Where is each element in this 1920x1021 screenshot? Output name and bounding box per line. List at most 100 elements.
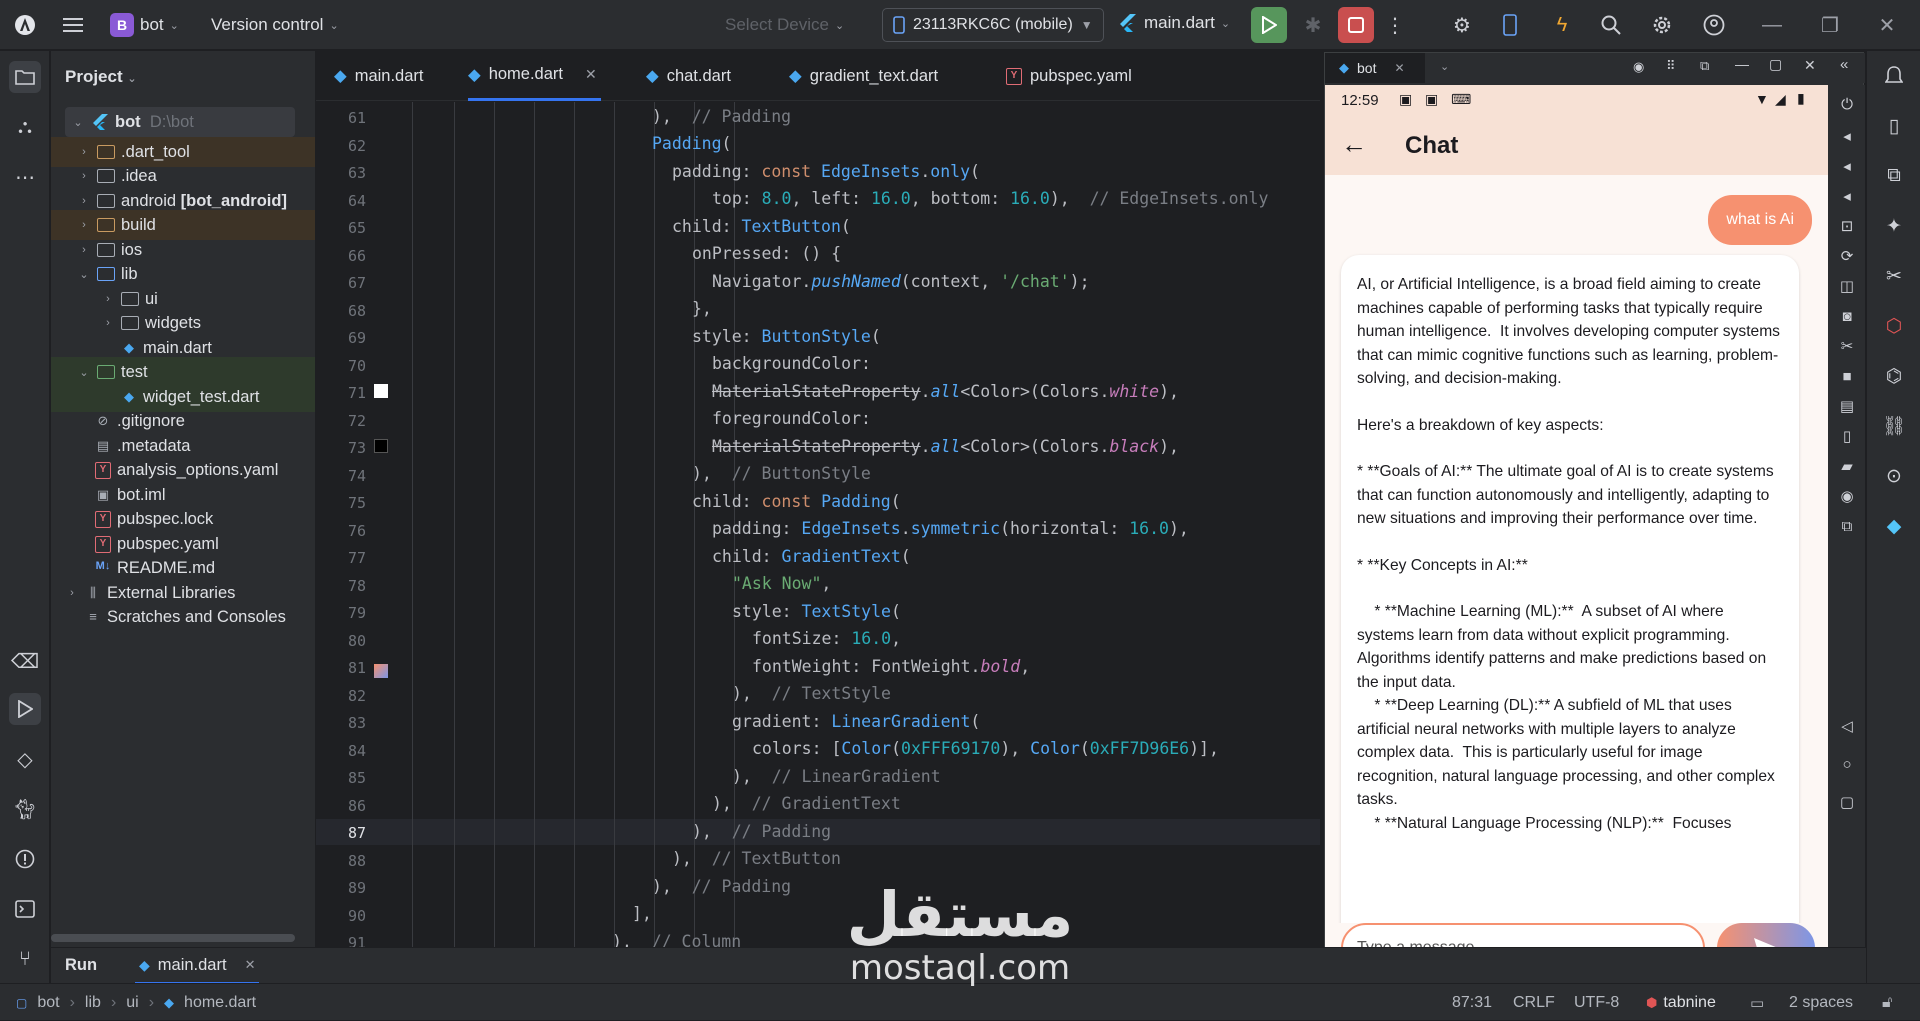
device-manager-icon[interactable]: ▯ [1879, 111, 1909, 141]
nav-back-icon[interactable]: ◁ [1836, 715, 1858, 737]
account-icon[interactable] [1697, 8, 1731, 42]
run-config-dropdown[interactable]: main.dart ⌄ [1118, 13, 1230, 33]
minimize-icon[interactable]: — [1755, 8, 1789, 42]
tree-root[interactable]: ⌄ bot D:\bot [65, 107, 295, 137]
link-icon[interactable]: ⛓ [1879, 411, 1909, 441]
grid-icon[interactable]: ⠿ [1666, 58, 1676, 74]
copy-icon[interactable]: ⧉ [1879, 161, 1909, 191]
search-icon[interactable] [1594, 8, 1628, 42]
account-icon[interactable]: ◉ [1633, 59, 1644, 75]
color-swatch-white[interactable] [374, 384, 388, 398]
screenshot-icon[interactable]: ⊡ [1836, 215, 1858, 237]
folder-icon[interactable]: ▰ [1836, 455, 1858, 477]
tab-pubspec-yaml[interactable]: Ypubspec.yaml [1006, 51, 1132, 101]
chevron-down-icon[interactable]: ⌄ [1440, 60, 1449, 73]
debug-icon[interactable]: ✱ [1296, 8, 1330, 42]
inspect-icon[interactable]: ⊙ [1879, 461, 1909, 491]
android-icon[interactable]: 🐈︎ [9, 793, 41, 825]
breadcrumb-item[interactable]: ui [126, 994, 138, 1012]
run-label[interactable]: Run [65, 956, 97, 975]
run-button[interactable] [1251, 7, 1287, 43]
caret-position[interactable]: 87:31 [1452, 984, 1492, 1021]
collapse-icon[interactable]: « [1840, 56, 1848, 73]
breadcrumb-item[interactable]: lib [85, 994, 101, 1012]
color-swatch-black[interactable] [374, 439, 388, 453]
fold-icon[interactable]: ◫ [1836, 275, 1858, 297]
close-tab-icon[interactable]: ✕ [585, 66, 597, 83]
project-switcher[interactable]: B bot ⌄ [110, 13, 179, 37]
version-control-menu[interactable]: Version control ⌄ [211, 15, 339, 35]
notifications-icon[interactable] [1879, 61, 1909, 91]
git-branch-icon[interactable]: ⑂ [9, 943, 41, 975]
problems-icon[interactable] [9, 843, 41, 875]
horizontal-scrollbar[interactable] [51, 934, 295, 942]
android-studio-icon[interactable]: ⌬ [1879, 361, 1909, 391]
nav-recents-icon[interactable]: ▢ [1836, 791, 1858, 813]
power-icon[interactable]: ⏻ [1836, 93, 1858, 115]
phone-device-icon[interactable]: ▯ [1836, 425, 1858, 447]
clipboard-icon[interactable]: ▤ [1836, 395, 1858, 417]
location-icon[interactable]: ◉ [1836, 485, 1858, 507]
minimize-icon[interactable]: — [1735, 56, 1749, 72]
device-mirroring-icon[interactable] [1493, 8, 1527, 42]
lock-icon[interactable]: 🔓︎ [1882, 984, 1892, 1021]
cut-icon[interactable]: ✂ [1836, 335, 1858, 357]
code-editor[interactable]: 61 62 63 64 65 66 67 68 69 70 71 72 73 74 75 76 77 78 79 80… [316, 102, 1320, 947]
settings-gear-icon[interactable] [1645, 8, 1679, 42]
code-line: }, [692, 299, 712, 318]
comment-icon[interactable]: ▭ [1750, 984, 1764, 1021]
run-config-tab[interactable]: ◆ main.dart ✕ [135, 948, 260, 984]
rotate-icon[interactable]: ⟳ [1836, 245, 1858, 267]
cube-icon[interactable]: ⬡ [1879, 311, 1909, 341]
device-dropdown[interactable]: 23113RKC6C (mobile) ▼ [882, 8, 1104, 42]
breadcrumb-item[interactable]: home.dart [184, 994, 256, 1012]
hot-reload-icon[interactable]: ϟ [1545, 8, 1579, 42]
line-separator[interactable]: CRLF [1513, 984, 1555, 1021]
breadcrumb-item[interactable]: bot [37, 994, 59, 1012]
volume-up-icon[interactable]: ◂ [1836, 125, 1858, 147]
window-icon[interactable]: ⧉ [1700, 58, 1709, 74]
tab-main-dart[interactable]: ◆ main.dart [334, 51, 423, 101]
code-line: "Ask Now", [732, 574, 832, 593]
stop-button[interactable] [1338, 7, 1374, 43]
volume-down-icon[interactable]: ◂ [1836, 155, 1858, 177]
more-vertical-icon[interactable]: ⋮ [1378, 8, 1412, 42]
indent-setting[interactable]: 2 spaces [1789, 984, 1853, 1021]
window-icon[interactable]: ⧉ [1836, 515, 1858, 537]
tools-icon[interactable]: ✂ [1879, 261, 1909, 291]
flutter-outline-icon[interactable]: ◆ [1879, 511, 1909, 541]
tab-home-dart[interactable]: ◆ home.dart ✕ [468, 51, 601, 101]
nav-home-icon[interactable]: ○ [1836, 753, 1858, 775]
record-icon[interactable]: ■ [1836, 365, 1858, 387]
maximize-icon[interactable]: ▢ [1769, 56, 1782, 73]
device-tab[interactable]: ◆ bot ✕ [1325, 53, 1425, 83]
tabnine-widget[interactable]: ⬢ tabnine [1646, 984, 1716, 1021]
main-menu-icon[interactable] [56, 8, 90, 42]
file-encoding[interactable]: UTF-8 [1574, 984, 1619, 1021]
project-panel-title[interactable]: Project ⌄ [65, 67, 137, 87]
close-icon[interactable]: ✕ [1804, 57, 1816, 74]
restore-icon[interactable]: ❐ [1813, 8, 1847, 42]
flutter-inspector-icon[interactable]: ⌫ [9, 645, 41, 677]
select-device-dropdown[interactable]: Select Device ⌄ [725, 15, 844, 35]
structure-icon[interactable]: ⛬ [9, 111, 41, 143]
attach-debugger-icon[interactable]: ⚙ [1445, 8, 1479, 42]
volume-mute-icon[interactable]: ◂ [1836, 185, 1858, 207]
more-horizontal-icon[interactable]: ⋯ [9, 161, 41, 193]
terminal-icon[interactable] [9, 893, 41, 925]
project-folder-icon[interactable] [9, 61, 41, 93]
gemini-icon[interactable]: ✦ [1879, 211, 1909, 241]
tree-item-scratches[interactable]: ≡ Scratches and Consoles [51, 602, 315, 632]
close-tab-icon[interactable]: ✕ [245, 957, 256, 973]
close-icon[interactable]: ✕ [1870, 8, 1904, 42]
tab-chat-dart[interactable]: ◆ chat.dart [646, 51, 731, 101]
tab-gradient-text-dart[interactable]: ◆ gradient_text.dart [789, 51, 938, 101]
color-swatch-gradient[interactable] [374, 664, 388, 678]
app-logo-icon[interactable] [8, 8, 42, 42]
run-panel-icon[interactable] [9, 693, 41, 725]
camera-icon[interactable]: ◙ [1836, 305, 1858, 327]
watermark-latin: mostaql.com [849, 948, 1071, 988]
close-tab-icon[interactable]: ✕ [1394, 61, 1404, 75]
gem-icon[interactable]: ◇ [9, 743, 41, 775]
back-arrow-icon[interactable]: ← [1341, 129, 1367, 160]
